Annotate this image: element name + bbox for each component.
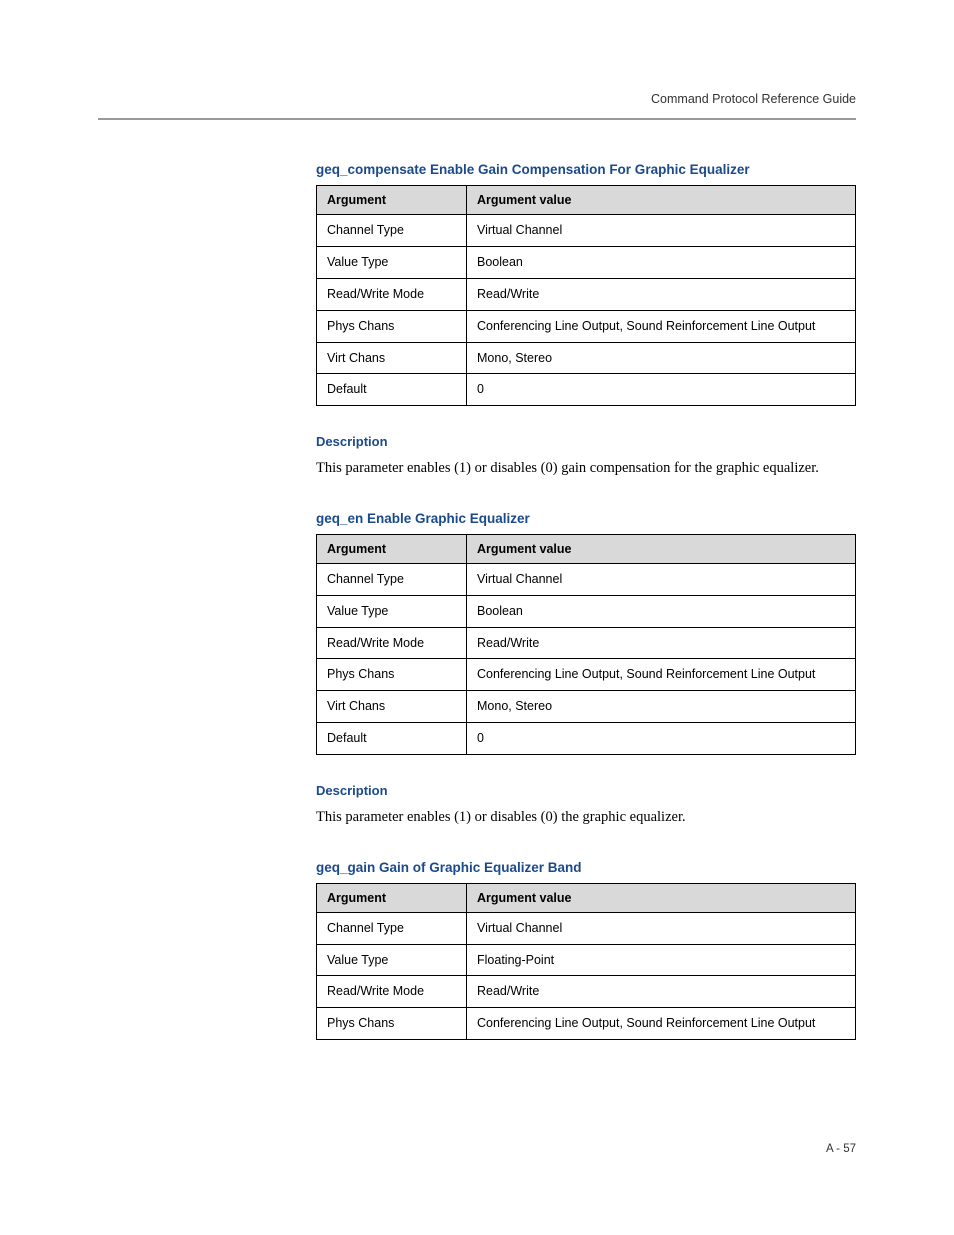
table-row: Value TypeFloating-Point [317, 944, 856, 976]
table-cell: Phys Chans [317, 1008, 467, 1040]
description-heading: Description [316, 783, 856, 798]
table-cell: Mono, Stereo [467, 691, 856, 723]
table-cell: Virt Chans [317, 342, 467, 374]
table-row: Phys ChansConferencing Line Output, Soun… [317, 310, 856, 342]
table-cell: Virtual Channel [467, 215, 856, 247]
table-cell: Read/Write [467, 278, 856, 310]
description-heading: Description [316, 434, 856, 449]
table-row: Channel TypeVirtual Channel [317, 215, 856, 247]
table-header-argument: Argument [317, 534, 467, 563]
table-header-argument: Argument [317, 186, 467, 215]
table-cell: Channel Type [317, 563, 467, 595]
table-header-value: Argument value [467, 883, 856, 912]
table-cell: Read/Write Mode [317, 627, 467, 659]
table-cell: Phys Chans [317, 659, 467, 691]
table-cell: Default [317, 723, 467, 755]
table-cell: Default [317, 374, 467, 406]
argument-table: Argument Argument value Channel TypeVirt… [316, 185, 856, 406]
table-cell: Read/Write [467, 976, 856, 1008]
table-header-value: Argument value [467, 186, 856, 215]
table-row: Read/Write ModeRead/Write [317, 976, 856, 1008]
table-cell: Value Type [317, 246, 467, 278]
description-text: This parameter enables (1) or disables (… [316, 808, 856, 828]
table-row: Phys ChansConferencing Line Output, Soun… [317, 659, 856, 691]
table-cell: Floating-Point [467, 944, 856, 976]
table-cell: Conferencing Line Output, Sound Reinforc… [467, 310, 856, 342]
table-cell: Value Type [317, 944, 467, 976]
argument-table: Argument Argument value Channel TypeVirt… [316, 534, 856, 755]
description-text: This parameter enables (1) or disables (… [316, 459, 856, 479]
table-row: Read/Write ModeRead/Write [317, 627, 856, 659]
table-cell: Boolean [467, 246, 856, 278]
table-row: Channel TypeVirtual Channel [317, 563, 856, 595]
table-row: Default0 [317, 374, 856, 406]
table-cell: Virtual Channel [467, 563, 856, 595]
section-title: geq_gain Gain of Graphic Equalizer Band [316, 860, 856, 875]
table-cell: Read/Write Mode [317, 976, 467, 1008]
table-cell: Read/Write Mode [317, 278, 467, 310]
table-header-argument: Argument [317, 883, 467, 912]
header-rule [98, 118, 856, 120]
table-row: Read/Write ModeRead/Write [317, 278, 856, 310]
page-number: A - 57 [826, 1143, 856, 1155]
section-title: geq_en Enable Graphic Equalizer [316, 511, 856, 526]
header-title: Command Protocol Reference Guide [98, 92, 856, 106]
table-cell: Conferencing Line Output, Sound Reinforc… [467, 1008, 856, 1040]
table-cell: Read/Write [467, 627, 856, 659]
table-cell: Value Type [317, 595, 467, 627]
table-cell: Mono, Stereo [467, 342, 856, 374]
table-cell: Boolean [467, 595, 856, 627]
table-row: Value TypeBoolean [317, 595, 856, 627]
argument-table: Argument Argument value Channel TypeVirt… [316, 883, 856, 1041]
page-header: Command Protocol Reference Guide [98, 92, 856, 120]
table-row: Virt ChansMono, Stereo [317, 342, 856, 374]
table-row: Default0 [317, 723, 856, 755]
table-cell: Phys Chans [317, 310, 467, 342]
page-content: geq_compensate Enable Gain Compensation … [316, 162, 856, 1040]
section-title: geq_compensate Enable Gain Compensation … [316, 162, 856, 177]
table-cell: Virtual Channel [467, 912, 856, 944]
table-header-value: Argument value [467, 534, 856, 563]
table-row: Value TypeBoolean [317, 246, 856, 278]
table-row: Virt ChansMono, Stereo [317, 691, 856, 723]
table-cell: 0 [467, 723, 856, 755]
table-cell: Channel Type [317, 912, 467, 944]
table-cell: Virt Chans [317, 691, 467, 723]
table-cell: Conferencing Line Output, Sound Reinforc… [467, 659, 856, 691]
table-row: Channel TypeVirtual Channel [317, 912, 856, 944]
table-cell: 0 [467, 374, 856, 406]
table-row: Phys ChansConferencing Line Output, Soun… [317, 1008, 856, 1040]
table-cell: Channel Type [317, 215, 467, 247]
